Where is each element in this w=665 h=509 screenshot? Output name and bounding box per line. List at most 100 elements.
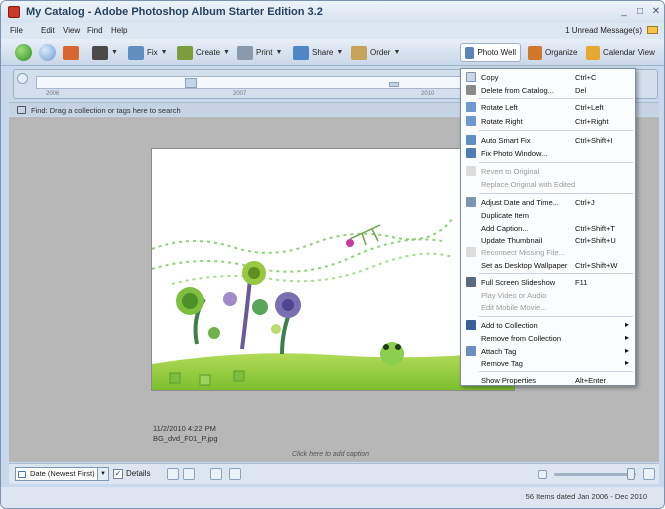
tag-icon <box>466 346 476 356</box>
menu-file[interactable]: File <box>10 26 23 35</box>
menu-item-add-caption[interactable]: Add Caption... Ctrl+Shift+T <box>462 222 634 234</box>
menu-find[interactable]: Find <box>87 26 103 35</box>
menu-item-reconnect-missing-file[interactable]: Reconnect Missing File... <box>462 246 634 258</box>
calendar-view-label: Calendar View <box>603 48 655 57</box>
rotate-left-icon[interactable] <box>167 468 179 480</box>
status-bar: 56 Items dated Jan 2006 - Dec 2010 <box>1 487 664 508</box>
menu-item-remove-tag[interactable]: Remove Tag ▸ <box>462 357 634 369</box>
order-icon <box>351 45 367 60</box>
copy-icon <box>466 72 476 82</box>
photo-well-icon <box>465 46 475 59</box>
trash-icon <box>466 85 476 95</box>
photo-context-menu: Copy Ctrl+C Delete from Catalog... Del R… <box>460 68 636 386</box>
menu-item-adjust-date-time[interactable]: Adjust Date and Time... Ctrl+J <box>462 196 634 208</box>
menu-item-attach-tag[interactable]: Attach Tag ▸ <box>462 345 634 357</box>
menu-separator <box>479 193 633 194</box>
create-button[interactable]: Create ▼ <box>177 43 230 62</box>
menu-separator <box>479 371 633 372</box>
sort-order-select[interactable]: Date (Newest First) ▼ <box>15 467 109 481</box>
menu-item-auto-smart-fix[interactable]: Auto Smart Fix Ctrl+Shift+I <box>462 134 634 146</box>
timeline-marker[interactable] <box>185 78 197 88</box>
timeline-year: 2007 <box>233 91 247 97</box>
timeline-year: 2006 <box>46 91 60 97</box>
zoom-slider[interactable] <box>554 473 636 476</box>
forward-button[interactable] <box>39 43 56 62</box>
camera-icon <box>92 45 108 60</box>
maximize-button[interactable]: □ <box>634 6 646 18</box>
app-window: My Catalog - Adobe Photoshop Album Start… <box>0 0 665 509</box>
menu-item-set-wallpaper[interactable]: Set as Desktop Wallpaper Ctrl+Shift+W <box>462 259 634 271</box>
timeline-start-handle[interactable] <box>17 73 28 84</box>
menu-separator <box>479 98 633 99</box>
organize-label: Organize <box>545 48 578 57</box>
revert-icon <box>466 166 476 176</box>
chevron-right-icon: ▸ <box>624 346 629 355</box>
menu-item-fix-photo-window[interactable]: Fix Photo Window... <box>462 147 634 159</box>
collection-icon[interactable] <box>229 468 241 480</box>
chevron-down-icon: ▼ <box>275 49 283 56</box>
sort-order-value: Date (Newest First) <box>30 469 95 478</box>
menu-help[interactable]: Help <box>111 26 127 35</box>
print-button[interactable]: Print ▼ <box>237 43 282 62</box>
fix-window-icon <box>466 148 476 158</box>
back-button[interactable] <box>15 43 32 62</box>
close-button[interactable]: ✕ <box>650 6 662 18</box>
menu-item-rotate-left[interactable]: Rotate Left Ctrl+Left <box>462 101 634 113</box>
details-checkbox[interactable]: ✓ <box>113 469 123 479</box>
menu-separator <box>479 162 633 163</box>
chevron-down-icon: ▼ <box>97 468 108 480</box>
title-bar: My Catalog - Adobe Photoshop Album Start… <box>1 1 664 23</box>
fix-button[interactable]: Fix ▼ <box>128 43 168 62</box>
menu-item-remove-from-collection[interactable]: Remove from Collection ▸ <box>462 332 634 344</box>
chevron-right-icon: ▸ <box>624 358 629 367</box>
sort-icon <box>18 471 26 478</box>
envelope-icon[interactable] <box>647 26 658 34</box>
timeline-marker[interactable] <box>389 82 399 87</box>
menu-item-show-properties[interactable]: Show Properties Alt+Enter <box>462 374 634 386</box>
chevron-down-icon: ▼ <box>223 49 230 56</box>
menu-edit[interactable]: Edit <box>41 26 55 35</box>
menu-item-revert-to-original[interactable]: Revert to Original <box>462 165 634 177</box>
small-thumbnail-icon[interactable] <box>538 470 547 479</box>
tag-icon[interactable] <box>210 468 222 480</box>
share-button[interactable]: Share ▼ <box>293 43 343 62</box>
get-photos-button[interactable]: ▼ <box>92 43 118 62</box>
tab-organize[interactable]: Organize <box>528 43 577 62</box>
photo-filename: BG_dvd_F01_P.jpg <box>153 434 218 443</box>
slideshow-icon <box>466 277 476 287</box>
menu-item-full-screen-slideshow[interactable]: Full Screen Slideshow F11 <box>462 276 634 288</box>
add-caption-link[interactable]: Click here to add caption <box>292 451 369 458</box>
chevron-down-icon: ▼ <box>111 49 118 56</box>
organize-icon <box>528 45 542 60</box>
large-thumbnail-icon[interactable] <box>643 468 655 480</box>
menu-item-play-video[interactable]: Play Video or Audio <box>462 289 634 301</box>
status-text: 56 Items dated Jan 2006 - Dec 2010 <box>525 492 647 501</box>
chevron-right-icon: ▸ <box>624 333 629 342</box>
menu-item-delete[interactable]: Delete from Catalog... Del <box>462 84 634 96</box>
menu-item-replace-original[interactable]: Replace Original with Edited <box>462 178 634 190</box>
minimize-button[interactable]: _ <box>618 6 630 18</box>
menu-item-edit-mobile-movie[interactable]: Edit Mobile Movie... <box>462 301 634 313</box>
menu-item-rotate-right[interactable]: Rotate Right Ctrl+Right <box>462 115 634 127</box>
order-button[interactable]: Order ▼ <box>351 43 400 62</box>
rotate-right-icon[interactable] <box>183 468 195 480</box>
find-hint: Find: Drag a collection or tags here to … <box>31 106 181 115</box>
chevron-down-icon: ▼ <box>393 49 401 56</box>
smart-fix-icon <box>466 135 476 145</box>
tab-calendar-view[interactable]: Calendar View <box>586 43 655 62</box>
rotate-left-icon <box>466 102 476 112</box>
chevron-right-icon: ▸ <box>624 320 629 329</box>
menu-view[interactable]: View <box>63 26 80 35</box>
create-icon <box>177 45 193 60</box>
share-label: Share <box>312 48 334 57</box>
tab-photo-well[interactable]: Photo Well <box>460 43 521 62</box>
unread-messages-link[interactable]: 1 Unread Message(s) <box>565 26 642 35</box>
zoom-slider-handle[interactable] <box>627 468 635 480</box>
home-button[interactable] <box>63 43 79 62</box>
menu-item-update-thumbnail[interactable]: Update Thumbnail Ctrl+Shift+U <box>462 234 634 246</box>
menu-item-duplicate[interactable]: Duplicate Item <box>462 209 634 221</box>
view-options-bar: Date (Newest First) ▼ ✓ Details <box>9 463 659 484</box>
chevron-down-icon: ▼ <box>336 49 344 56</box>
menu-item-copy[interactable]: Copy Ctrl+C <box>462 71 634 83</box>
menu-item-add-to-collection[interactable]: Add to Collection ▸ <box>462 319 634 331</box>
